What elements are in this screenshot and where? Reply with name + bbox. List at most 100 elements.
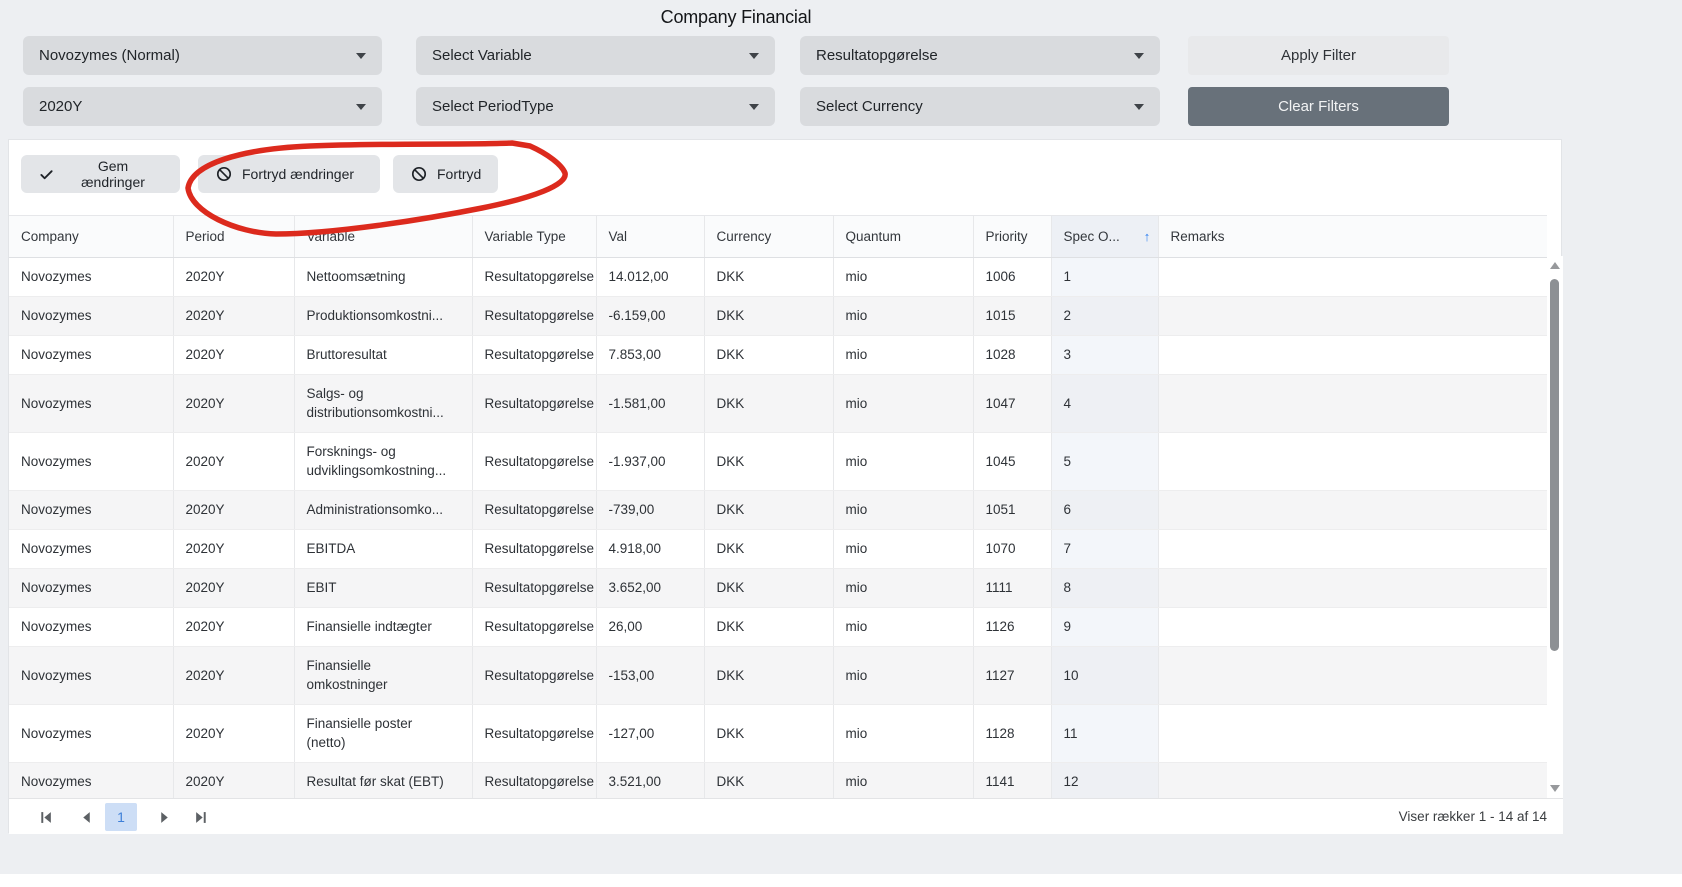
table-row[interactable]: Novozymes2020YResultat før skat (EBT)Res… — [9, 763, 1547, 799]
cell-currency[interactable]: DKK — [704, 297, 833, 336]
cell-variable[interactable]: Nettoomsætning — [294, 258, 472, 297]
cell-priority[interactable]: 1127 — [973, 647, 1051, 705]
scroll-up-icon[interactable] — [1550, 262, 1560, 269]
table-row[interactable]: Novozymes2020YEBITDAResultatopgørelse4.9… — [9, 530, 1547, 569]
undo-changes-button[interactable]: Fortryd ændringer — [198, 155, 380, 193]
cell-variable_type[interactable]: Resultatopgørelse — [472, 336, 596, 375]
cell-company[interactable]: Novozymes — [9, 297, 173, 336]
cell-remarks[interactable] — [1158, 258, 1547, 297]
column-header-company[interactable]: Company — [9, 216, 173, 258]
cell-priority[interactable]: 1126 — [973, 608, 1051, 647]
cell-remarks[interactable] — [1158, 530, 1547, 569]
cell-company[interactable]: Novozymes — [9, 705, 173, 763]
cell-remarks[interactable] — [1158, 608, 1547, 647]
cell-quantum[interactable]: mio — [833, 258, 973, 297]
cell-company[interactable]: Novozymes — [9, 433, 173, 491]
cell-quantum[interactable]: mio — [833, 647, 973, 705]
cell-spec[interactable]: 3 — [1051, 336, 1158, 375]
cell-variable_type[interactable]: Resultatopgørelse — [472, 375, 596, 433]
cell-variable[interactable]: Produktionsomkostni... — [294, 297, 472, 336]
cell-company[interactable]: Novozymes — [9, 569, 173, 608]
cell-spec[interactable]: 4 — [1051, 375, 1158, 433]
cell-priority[interactable]: 1028 — [973, 336, 1051, 375]
cell-spec[interactable]: 7 — [1051, 530, 1158, 569]
column-header-variable[interactable]: Variable — [294, 216, 472, 258]
cell-period[interactable]: 2020Y — [173, 336, 294, 375]
column-header-quantum[interactable]: Quantum — [833, 216, 973, 258]
clear-filters-button[interactable]: Clear Filters — [1188, 87, 1449, 126]
cell-spec[interactable]: 11 — [1051, 705, 1158, 763]
cell-currency[interactable]: DKK — [704, 705, 833, 763]
cell-variable_type[interactable]: Resultatopgørelse — [472, 647, 596, 705]
previous-page-button[interactable] — [73, 804, 99, 830]
cell-remarks[interactable] — [1158, 647, 1547, 705]
cell-variable[interactable]: EBIT — [294, 569, 472, 608]
cell-spec[interactable]: 2 — [1051, 297, 1158, 336]
cell-remarks[interactable] — [1158, 569, 1547, 608]
cell-val[interactable]: -1.581,00 — [596, 375, 704, 433]
cell-quantum[interactable]: mio — [833, 763, 973, 799]
table-row[interactable]: Novozymes2020YFinansielle indtægterResul… — [9, 608, 1547, 647]
cell-quantum[interactable]: mio — [833, 297, 973, 336]
undo-button[interactable]: Fortryd — [393, 155, 498, 193]
table-row[interactable]: Novozymes2020YSalgs- og distributionsomk… — [9, 375, 1547, 433]
cell-priority[interactable]: 1006 — [973, 258, 1051, 297]
cell-period[interactable]: 2020Y — [173, 608, 294, 647]
cell-variable_type[interactable]: Resultatopgørelse — [472, 608, 596, 647]
scroll-down-icon[interactable] — [1550, 785, 1560, 792]
cell-currency[interactable]: DKK — [704, 608, 833, 647]
cell-variable_type[interactable]: Resultatopgørelse — [472, 258, 596, 297]
cell-variable_type[interactable]: Resultatopgørelse — [472, 569, 596, 608]
cell-variable[interactable]: Forsknings- og udviklingsomkostning... — [294, 433, 472, 491]
cell-remarks[interactable] — [1158, 763, 1547, 799]
cell-variable_type[interactable]: Resultatopgørelse — [472, 763, 596, 799]
apply-filter-button[interactable]: Apply Filter — [1188, 36, 1449, 75]
table-row[interactable]: Novozymes2020YBruttoresultatResultatopgø… — [9, 336, 1547, 375]
cell-variable_type[interactable]: Resultatopgørelse — [472, 297, 596, 336]
cell-period[interactable]: 2020Y — [173, 297, 294, 336]
column-header-variable_type[interactable]: Variable Type — [472, 216, 596, 258]
cell-priority[interactable]: 1128 — [973, 705, 1051, 763]
cell-val[interactable]: -1.937,00 — [596, 433, 704, 491]
cell-val[interactable]: 4.918,00 — [596, 530, 704, 569]
cell-val[interactable]: -127,00 — [596, 705, 704, 763]
cell-currency[interactable]: DKK — [704, 491, 833, 530]
cell-variable[interactable]: Administrationsomko... — [294, 491, 472, 530]
cell-variable[interactable]: EBITDA — [294, 530, 472, 569]
cell-company[interactable]: Novozymes — [9, 336, 173, 375]
cell-variable[interactable]: Salgs- og distributionsomkostni... — [294, 375, 472, 433]
column-header-val[interactable]: Val — [596, 216, 704, 258]
last-page-button[interactable] — [187, 804, 213, 830]
next-page-button[interactable] — [151, 804, 177, 830]
cell-val[interactable]: -6.159,00 — [596, 297, 704, 336]
cell-spec[interactable]: 5 — [1051, 433, 1158, 491]
period-select[interactable]: 2020Y — [23, 87, 382, 126]
cell-currency[interactable]: DKK — [704, 433, 833, 491]
cell-remarks[interactable] — [1158, 491, 1547, 530]
cell-company[interactable]: Novozymes — [9, 608, 173, 647]
column-header-currency[interactable]: Currency — [704, 216, 833, 258]
column-header-remarks[interactable]: Remarks — [1158, 216, 1547, 258]
variable-select[interactable]: Select Variable — [416, 36, 775, 75]
cell-period[interactable]: 2020Y — [173, 705, 294, 763]
cell-variable[interactable]: Resultat før skat (EBT) — [294, 763, 472, 799]
cell-company[interactable]: Novozymes — [9, 375, 173, 433]
cell-period[interactable]: 2020Y — [173, 433, 294, 491]
table-row[interactable]: Novozymes2020YFinansielle omkostningerRe… — [9, 647, 1547, 705]
cell-quantum[interactable]: mio — [833, 375, 973, 433]
column-header-period[interactable]: Period — [173, 216, 294, 258]
cell-quantum[interactable]: mio — [833, 433, 973, 491]
scrollbar-thumb[interactable] — [1550, 279, 1559, 651]
cell-priority[interactable]: 1047 — [973, 375, 1051, 433]
cell-val[interactable]: 26,00 — [596, 608, 704, 647]
cell-company[interactable]: Novozymes — [9, 647, 173, 705]
cell-company[interactable]: Novozymes — [9, 258, 173, 297]
cell-variable_type[interactable]: Resultatopgørelse — [472, 530, 596, 569]
cell-remarks[interactable] — [1158, 336, 1547, 375]
cell-variable[interactable]: Finansielle omkostninger — [294, 647, 472, 705]
cell-remarks[interactable] — [1158, 375, 1547, 433]
cell-val[interactable]: 3.652,00 — [596, 569, 704, 608]
cell-quantum[interactable]: mio — [833, 608, 973, 647]
cell-period[interactable]: 2020Y — [173, 375, 294, 433]
cell-variable_type[interactable]: Resultatopgørelse — [472, 491, 596, 530]
